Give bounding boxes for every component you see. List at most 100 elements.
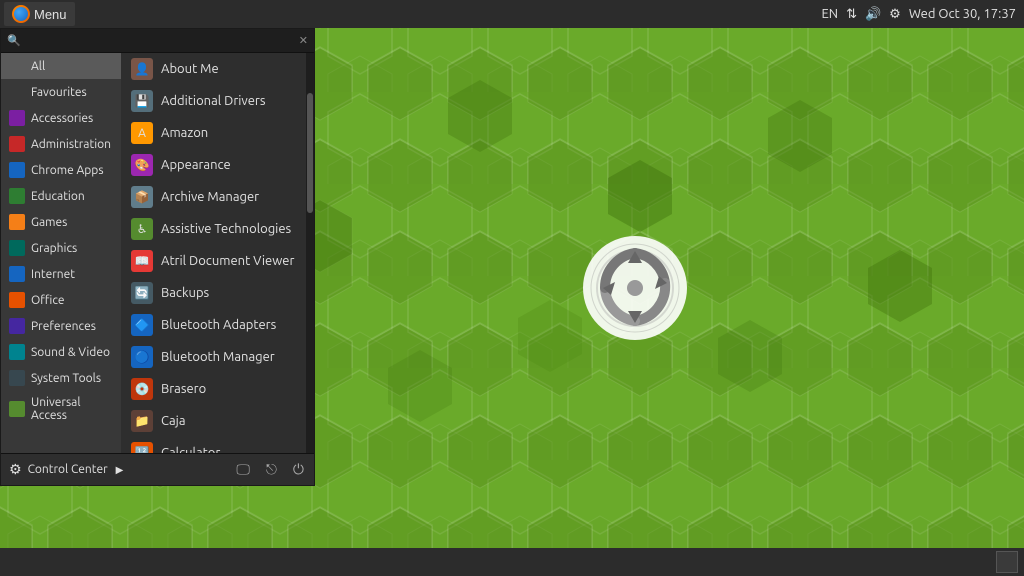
menu-columns: All Favourites Accessories Administration Ch…: [1, 53, 314, 453]
app-icon-calculator: 🔢: [131, 442, 153, 453]
category-item-system-tools[interactable]: System Tools: [1, 365, 121, 391]
category-icon-accessories: [9, 110, 25, 126]
scroll-track: [306, 53, 314, 453]
category-label-sound-video: Sound & Video: [31, 346, 110, 359]
search-input[interactable]: [25, 33, 295, 48]
bottom-actions: 🖵 ⎋ ⏻: [234, 459, 306, 480]
category-item-accessories[interactable]: Accessories: [1, 105, 121, 131]
app-item-archive-manager[interactable]: 📦Archive Manager: [121, 181, 306, 213]
menu-button[interactable]: Menu: [4, 2, 75, 26]
app-label-appearance: Appearance: [161, 158, 231, 172]
control-center-icon: ⚙: [9, 461, 22, 478]
app-item-brasero[interactable]: 💿Brasero: [121, 373, 306, 405]
app-item-amazon[interactable]: AAmazon: [121, 117, 306, 149]
ubuntu-logo: [580, 233, 690, 343]
taskbar-left: Menu: [0, 2, 75, 26]
language-indicator[interactable]: EN: [821, 7, 838, 21]
menu-bottom: ⚙ Control Center ▶ 🖵 ⎋ ⏻: [1, 453, 314, 485]
category-icon-favourites: [9, 84, 25, 100]
category-item-administration[interactable]: Administration: [1, 131, 121, 157]
category-icon-office: [9, 292, 25, 308]
app-icon-additional-drivers: 💾: [131, 90, 153, 112]
app-label-bluetooth-manager: Bluetooth Manager: [161, 350, 275, 364]
app-icon-caja: 📁: [131, 410, 153, 432]
search-icon: 🔍: [7, 34, 21, 47]
category-icon-universal-access: [9, 401, 25, 417]
category-item-graphics[interactable]: Graphics: [1, 235, 121, 261]
category-icon-chrome-apps: [9, 162, 25, 178]
category-icon-games: [9, 214, 25, 230]
control-center-item[interactable]: ⚙ Control Center ▶: [9, 461, 224, 478]
app-item-assistive-technologies[interactable]: ♿Assistive Technologies: [121, 213, 306, 245]
category-item-internet[interactable]: Internet: [1, 261, 121, 287]
app-item-caja[interactable]: 📁 Caja: [121, 405, 306, 437]
app-label-atril-document-viewer: Atril Document Viewer: [161, 254, 294, 268]
category-label-education: Education: [31, 190, 85, 203]
category-icon-internet: [9, 266, 25, 282]
volume-icon[interactable]: 🔊: [865, 7, 881, 22]
category-item-games[interactable]: Games: [1, 209, 121, 235]
scroll-thumb: [307, 93, 313, 213]
network-icon[interactable]: ⇅: [846, 7, 857, 22]
shutdown-button[interactable]: ⏻: [291, 459, 306, 480]
category-label-internet: Internet: [31, 268, 75, 281]
category-item-education[interactable]: Education: [1, 183, 121, 209]
lock-screen-button[interactable]: 🖵: [234, 459, 252, 480]
category-label-administration: Administration: [31, 138, 111, 151]
category-label-favourites: Favourites: [31, 86, 87, 99]
app-label-backups: Backups: [161, 286, 209, 300]
app-icon-bluetooth-manager: 🔵: [131, 346, 153, 368]
app-icon-archive-manager: 📦: [131, 186, 153, 208]
category-label-universal-access: Universal Access: [31, 396, 113, 422]
app-label-caja: Caja: [161, 414, 186, 428]
category-item-preferences[interactable]: Preferences: [1, 313, 121, 339]
category-item-chrome-apps[interactable]: Chrome Apps: [1, 157, 121, 183]
bottom-panel: [0, 548, 1024, 576]
app-icon-amazon: A: [131, 122, 153, 144]
app-label-calculator: Calculator: [161, 446, 220, 453]
control-center-label: Control Center: [28, 463, 108, 476]
category-icon-administration: [9, 136, 25, 152]
app-icon-bluetooth-adapters: 🔷: [131, 314, 153, 336]
app-item-appearance[interactable]: 🎨 Appearance: [121, 149, 306, 181]
logout-button[interactable]: ⎋: [264, 459, 279, 480]
category-icon-all: [9, 58, 25, 74]
panel-applet[interactable]: [996, 551, 1018, 573]
app-item-calculator[interactable]: 🔢 Calculator: [121, 437, 306, 453]
app-item-backups[interactable]: 🔄Backups: [121, 277, 306, 309]
app-item-atril-document-viewer[interactable]: 📖Atril Document Viewer: [121, 245, 306, 277]
datetime[interactable]: Wed Oct 30, 17:37: [909, 7, 1016, 21]
category-label-graphics: Graphics: [31, 242, 77, 255]
category-label-chrome-apps: Chrome Apps: [31, 164, 104, 177]
app-item-bluetooth-manager[interactable]: 🔵 Bluetooth Manager: [121, 341, 306, 373]
apps-scrollbar[interactable]: [306, 53, 314, 453]
app-label-about-me: About Me: [161, 62, 219, 76]
search-bar: 🔍 ✕: [1, 29, 314, 53]
apps-list: 👤About Me 💾 Additional Drivers AAmazon 🎨 Appe…: [121, 53, 306, 453]
category-icon-education: [9, 188, 25, 204]
category-item-office[interactable]: Office: [1, 287, 121, 313]
app-item-additional-drivers[interactable]: 💾 Additional Drivers: [121, 85, 306, 117]
category-item-universal-access[interactable]: Universal Access: [1, 391, 121, 427]
settings-icon[interactable]: ⚙: [889, 7, 901, 22]
category-item-all[interactable]: All: [1, 53, 121, 79]
app-icon-assistive-technologies: ♿: [131, 218, 153, 240]
category-label-office: Office: [31, 294, 65, 307]
firefox-icon: [12, 5, 30, 23]
category-item-favourites[interactable]: Favourites: [1, 79, 121, 105]
category-label-system-tools: System Tools: [31, 372, 101, 385]
taskbar: Menu EN ⇅ 🔊 ⚙ Wed Oct 30, 17:37: [0, 0, 1024, 28]
desktop: Menu EN ⇅ 🔊 ⚙ Wed Oct 30, 17:37 🔍 ✕ All F…: [0, 0, 1024, 576]
category-label-accessories: Accessories: [31, 112, 93, 125]
taskbar-right: EN ⇅ 🔊 ⚙ Wed Oct 30, 17:37: [821, 7, 1024, 22]
app-item-about-me[interactable]: 👤About Me: [121, 53, 306, 85]
category-label-all: All: [31, 60, 45, 73]
app-label-brasero: Brasero: [161, 382, 206, 396]
search-clear-icon[interactable]: ✕: [299, 34, 308, 47]
app-item-bluetooth-adapters[interactable]: 🔷Bluetooth Adapters: [121, 309, 306, 341]
app-label-additional-drivers: Additional Drivers: [161, 94, 265, 108]
category-icon-preferences: [9, 318, 25, 334]
category-item-sound-video[interactable]: Sound & Video: [1, 339, 121, 365]
menu-popup: 🔍 ✕ All Favourites Accessories Administrati…: [0, 28, 315, 486]
app-icon-appearance: 🎨: [131, 154, 153, 176]
